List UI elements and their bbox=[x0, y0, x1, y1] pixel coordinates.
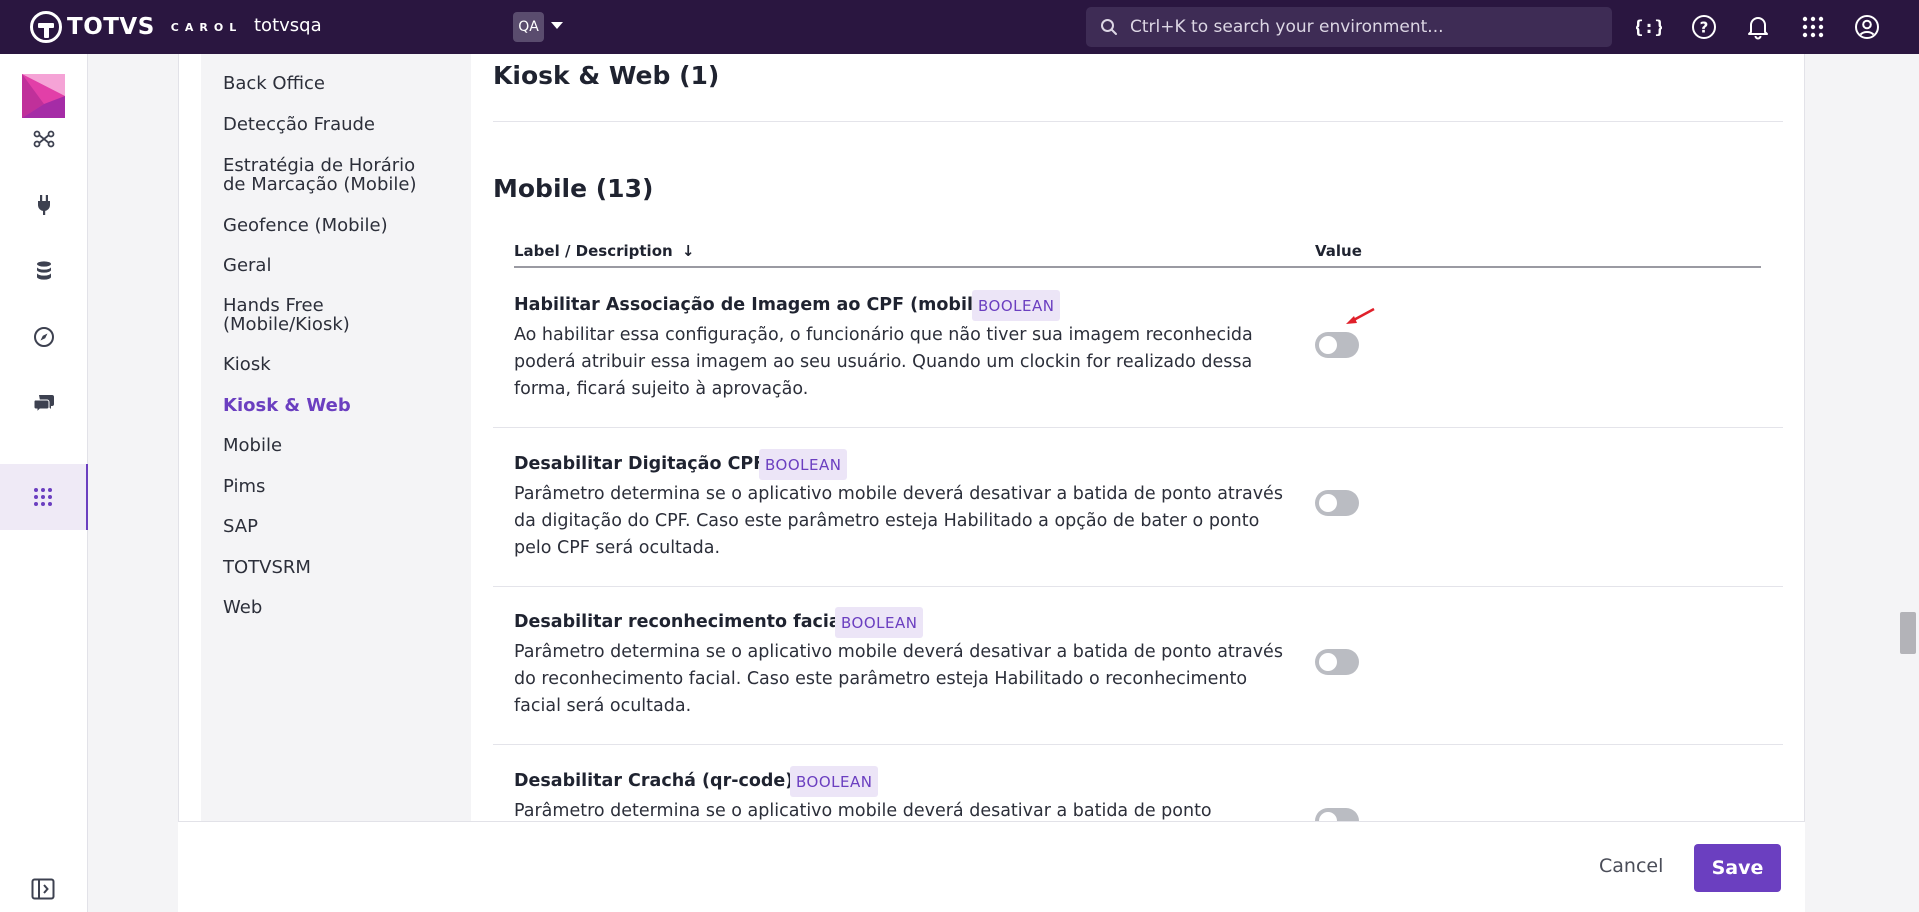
section-title-kiosk-web: Kiosk & Web (1) bbox=[493, 61, 720, 90]
type-badge: BOOLEAN bbox=[972, 290, 1061, 321]
rail-item-data[interactable] bbox=[0, 238, 88, 304]
database-icon bbox=[37, 261, 51, 280]
setting-toggle[interactable] bbox=[1315, 332, 1359, 358]
plug-icon bbox=[38, 195, 50, 215]
search-icon bbox=[1100, 18, 1118, 36]
setting-toggle[interactable] bbox=[1315, 649, 1359, 675]
apps-grid-icon bbox=[34, 488, 52, 506]
totvs-logo-icon bbox=[30, 11, 62, 43]
chevron-down-icon[interactable] bbox=[551, 22, 563, 29]
sort-arrow-down-icon: ↓ bbox=[681, 242, 695, 260]
column-header-label[interactable]: Label / Description ↓ bbox=[514, 242, 694, 260]
setting-toggle[interactable] bbox=[1315, 490, 1359, 516]
search-placeholder: Ctrl+K to search your environment... bbox=[1130, 17, 1444, 37]
section-title-mobile: Mobile (13) bbox=[493, 174, 654, 203]
category-web[interactable]: Web bbox=[223, 598, 262, 617]
cancel-button[interactable]: Cancel bbox=[1599, 855, 1663, 877]
category-kiosk[interactable]: Kiosk bbox=[223, 355, 271, 374]
category-sap[interactable]: SAP bbox=[223, 517, 258, 536]
scrollbar-thumb[interactable] bbox=[1900, 612, 1916, 654]
category-estrategia-horario[interactable]: Estratégia de Horário de Marcação (Mobil… bbox=[223, 156, 423, 194]
category-nav: Back Office Detecção Fraude Estratégia d… bbox=[201, 54, 471, 821]
setting-title: Desabilitar Crachá (qr-code) bbox=[514, 771, 794, 791]
logo-text: TOTVS bbox=[67, 14, 155, 40]
logo-sub-text: CAROL bbox=[170, 20, 243, 34]
type-badge: BOOLEAN bbox=[790, 766, 879, 797]
environment-name: totvsqa bbox=[254, 15, 322, 36]
setting-title: Habilitar Associação de Imagem ao CPF (m… bbox=[514, 295, 993, 315]
svg-text:{:}: {:} bbox=[1636, 17, 1662, 38]
footer-bar bbox=[178, 821, 1805, 912]
rail-item-connectors[interactable] bbox=[0, 172, 88, 238]
left-rail bbox=[0, 54, 88, 912]
user-avatar-icon[interactable] bbox=[1853, 13, 1881, 41]
category-deteccao-fraude[interactable]: Detecção Fraude bbox=[223, 115, 375, 134]
type-badge: BOOLEAN bbox=[835, 607, 924, 638]
save-button[interactable]: Save bbox=[1694, 844, 1781, 892]
page-scrollbar[interactable] bbox=[1897, 54, 1919, 912]
row-separator bbox=[493, 427, 1783, 428]
chat-icon bbox=[33, 395, 54, 414]
category-geofence[interactable]: Geofence (Mobile) bbox=[223, 216, 388, 235]
apps-grid-icon[interactable] bbox=[1799, 13, 1827, 41]
totvs-carol-logo[interactable]: TOTVS CAROL bbox=[30, 11, 242, 43]
setting-toggle[interactable] bbox=[1315, 808, 1359, 821]
rail-item-explore[interactable] bbox=[0, 304, 88, 370]
setting-description: Parâmetro determina se o aplicativo mobi… bbox=[514, 801, 1212, 821]
help-icon[interactable]: ? bbox=[1690, 13, 1718, 41]
rail-item-pipelines[interactable] bbox=[0, 106, 88, 172]
category-totvsrm[interactable]: TOTVSRM bbox=[223, 558, 311, 577]
category-back-office[interactable]: Back Office bbox=[223, 74, 325, 93]
setting-description: Parâmetro determina se o aplicativo mobi… bbox=[514, 642, 1283, 716]
top-bar: TOTVS CAROL totvsqa QA Ctrl+K to search … bbox=[0, 0, 1919, 54]
type-badge: BOOLEAN bbox=[759, 449, 848, 480]
compass-icon bbox=[34, 327, 54, 347]
column-header-value: Value bbox=[1315, 242, 1362, 260]
category-hands-free[interactable]: Hands Free (Mobile/Kiosk) bbox=[223, 296, 373, 334]
search-input[interactable]: Ctrl+K to search your environment... bbox=[1086, 7, 1612, 47]
category-mobile[interactable]: Mobile bbox=[223, 436, 282, 455]
settings-content: Kiosk & Web (1) Mobile (13) Label / Desc… bbox=[471, 54, 1805, 821]
collapse-sidebar-icon[interactable] bbox=[31, 878, 55, 904]
table-header-line bbox=[514, 266, 1761, 268]
connections-icon bbox=[33, 130, 55, 148]
setting-title: Desabilitar Digitação CPF bbox=[514, 454, 766, 474]
annotation-arrow-icon bbox=[1346, 307, 1375, 324]
setting-description: Ao habilitar essa configuração, o funcio… bbox=[514, 325, 1253, 399]
svg-text:?: ? bbox=[1700, 19, 1709, 37]
section-divider bbox=[493, 121, 1783, 122]
setting-title: Desabilitar reconhecimento facial bbox=[514, 612, 847, 632]
row-separator bbox=[493, 744, 1783, 745]
api-braces-icon[interactable]: {:} bbox=[1635, 13, 1663, 41]
category-kiosk-web[interactable]: Kiosk & Web bbox=[223, 396, 351, 415]
setting-description: Parâmetro determina se o aplicativo mobi… bbox=[514, 484, 1283, 558]
environment-badge[interactable]: QA bbox=[513, 12, 544, 42]
bell-icon[interactable] bbox=[1744, 13, 1772, 41]
row-separator bbox=[493, 586, 1783, 587]
category-pims[interactable]: Pims bbox=[223, 477, 265, 496]
column-header-label-text: Label / Description bbox=[514, 242, 673, 260]
rail-item-apps[interactable] bbox=[0, 464, 88, 530]
rail-item-chat[interactable] bbox=[0, 370, 88, 436]
category-geral[interactable]: Geral bbox=[223, 256, 271, 275]
